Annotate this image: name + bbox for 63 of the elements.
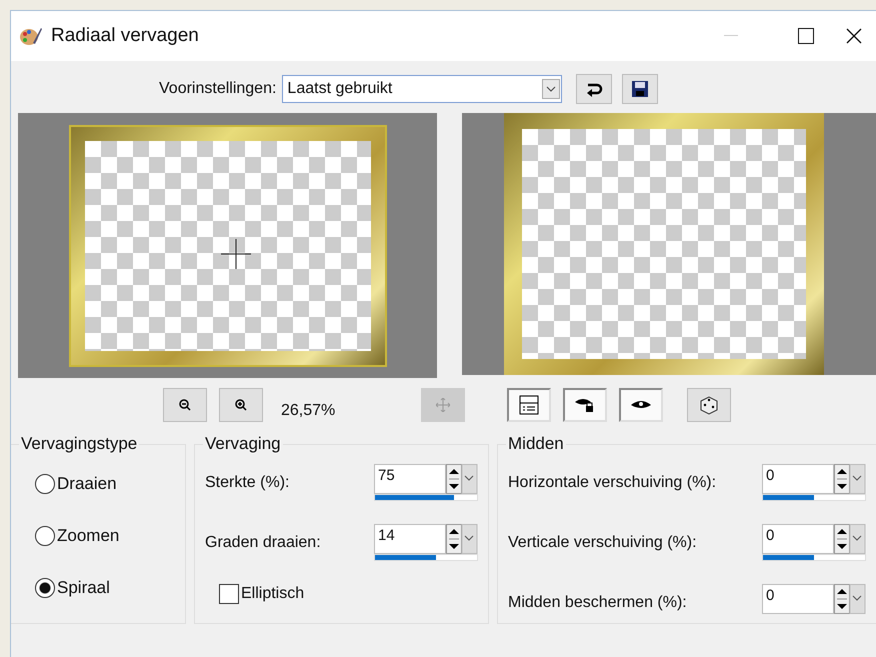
group-title: Vervaging	[204, 434, 282, 454]
crosshair-icon	[220, 238, 250, 268]
field-label: Graden draaien:	[205, 534, 321, 552]
spinner-icon[interactable]	[834, 584, 866, 614]
zoom-reading: 26,57%	[281, 402, 336, 420]
slider-track[interactable]	[762, 494, 866, 501]
number-field[interactable]: 14	[374, 524, 446, 554]
radio-button[interactable]	[35, 474, 55, 494]
spinner-icon[interactable]	[446, 464, 478, 494]
presets-dropdown[interactable]: Laatst gebruikt	[282, 75, 562, 103]
field-label: Sterkte (%):	[205, 474, 290, 492]
number-field[interactable]: 0	[762, 464, 834, 494]
save-button[interactable]	[622, 74, 658, 104]
field-label: Midden beschermen (%):	[508, 594, 687, 612]
layout-icon	[519, 395, 540, 415]
spinner-icon[interactable]	[834, 464, 866, 494]
slider-track[interactable]	[374, 494, 478, 501]
maximize-icon[interactable]	[798, 28, 814, 44]
field-label: Verticale verschuiving (%):	[508, 534, 697, 552]
radio-option[interactable]: Draaien	[21, 458, 175, 510]
lock-preview-button[interactable]	[563, 388, 608, 422]
slider-track[interactable]	[762, 554, 866, 561]
group-title: Vervagingstype	[20, 434, 138, 454]
dropdown-icon	[542, 79, 560, 99]
checkbox-label: Elliptisch	[241, 585, 304, 603]
zoom-out-icon	[179, 399, 191, 411]
zoom-in-button[interactable]	[219, 388, 263, 422]
reset-button[interactable]	[576, 74, 612, 104]
eye-icon	[630, 399, 652, 411]
radio-label: Zoomen	[57, 526, 120, 546]
window-title: Radiaal vervagen	[51, 25, 200, 47]
slider-fill[interactable]	[375, 495, 454, 500]
zoom-out-button[interactable]	[163, 388, 207, 422]
save-icon	[632, 81, 648, 97]
close-icon[interactable]	[846, 28, 862, 44]
radio-button[interactable]	[35, 526, 55, 546]
radio-label: Spiraal	[57, 578, 110, 598]
presets-label: Voorinstellingen:	[159, 80, 276, 98]
preview-button[interactable]	[619, 388, 664, 422]
field-label: Horizontale verschuiving (%):	[508, 474, 716, 492]
zoom-in-icon	[235, 399, 247, 411]
radio-button[interactable]	[35, 578, 55, 598]
radio-label: Draaien	[57, 474, 117, 494]
move-icon	[436, 398, 450, 412]
group-title: Midden	[507, 434, 565, 454]
radio-option[interactable]: Zoomen	[21, 510, 175, 562]
palette-icon	[19, 25, 43, 47]
elliptic-checkbox[interactable]: Elliptisch	[205, 584, 478, 604]
spinner-icon[interactable]	[834, 524, 866, 554]
slider-track[interactable]	[374, 554, 478, 561]
dice-icon	[699, 395, 720, 415]
number-field[interactable]: 0	[762, 584, 834, 614]
randomize-button[interactable]	[687, 388, 732, 422]
slider-fill[interactable]	[375, 555, 436, 560]
number-field[interactable]: 0	[762, 524, 834, 554]
radio-option[interactable]: Spiraal	[21, 562, 175, 614]
spinner-icon[interactable]	[446, 524, 478, 554]
slider-fill[interactable]	[763, 555, 814, 560]
number-field[interactable]: 75	[374, 464, 446, 494]
source-preview[interactable]	[18, 113, 437, 378]
checkbox[interactable]	[219, 584, 239, 604]
slider-fill[interactable]	[763, 495, 814, 500]
layout-button[interactable]	[507, 388, 552, 422]
